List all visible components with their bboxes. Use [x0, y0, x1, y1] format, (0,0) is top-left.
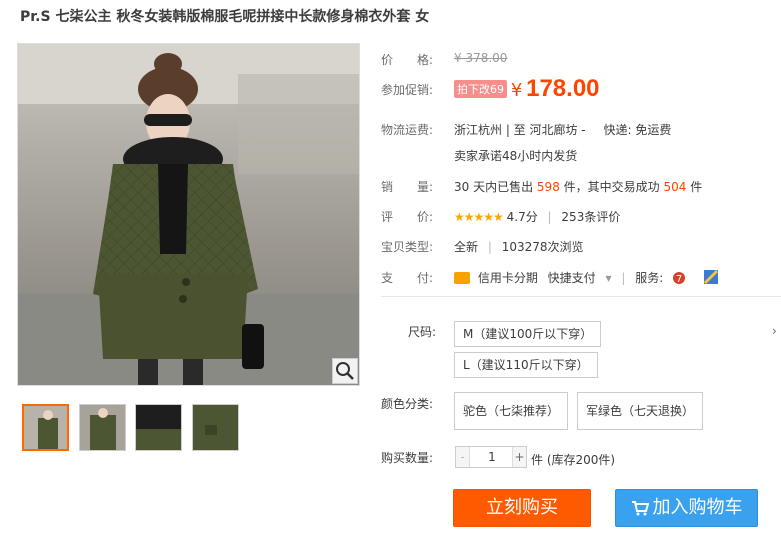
sales-label: 销 量:	[381, 180, 434, 194]
divider: |	[621, 271, 626, 285]
shipping-info: 浙江杭州 | 至 河北廊坊 - 快递: 免运费	[454, 121, 671, 138]
item-type-row: 宝贝类型: 全新 | 103278次浏览	[381, 238, 584, 255]
currency-symbol: ¥	[510, 80, 523, 101]
rating-label: 评 价:	[381, 210, 434, 224]
item-type-label: 宝贝类型:	[381, 240, 434, 254]
quantity-label: 购买数量:	[381, 451, 434, 465]
product-photo	[18, 44, 359, 385]
sold-count: 598	[536, 180, 560, 194]
quick-pay-link[interactable]: 快捷支付	[548, 271, 596, 285]
sales-row: 销 量: 30 天内已售出 598 件，其中交易成功 504 件	[381, 178, 702, 195]
quantity-input[interactable]: 1	[471, 447, 513, 467]
guarantee-icon[interactable]	[703, 269, 719, 285]
sales-info: 30 天内已售出 598 件，其中交易成功 504 件	[454, 178, 702, 195]
installment-link[interactable]: 信用卡分期	[478, 271, 538, 285]
main-product-image[interactable]	[17, 43, 360, 386]
thumbnail-2[interactable]	[79, 404, 126, 451]
shipping-route[interactable]: 浙江杭州 | 至 河北廊坊 -	[454, 123, 586, 137]
thumbnail-3[interactable]	[135, 404, 182, 451]
zoom-button[interactable]	[332, 358, 358, 384]
rating-row: 评 价: ★★★★★ 4.7分 | 253条评价	[381, 208, 620, 225]
service-label: 服务:	[635, 271, 664, 285]
success-count: 504	[663, 180, 687, 194]
add-to-cart-button[interactable]: 加入购物车	[615, 489, 758, 527]
payment-label: 支 付:	[381, 271, 434, 285]
divider: |	[487, 240, 492, 254]
payment-row: 支 付: 信用卡分期 快捷支付 ▾ | 服务: 7	[381, 269, 719, 286]
magnifier-icon	[336, 362, 354, 380]
star-rating-icon: ★★★★★	[454, 210, 504, 224]
rating-score: 4.7分	[506, 210, 538, 224]
section-divider	[381, 296, 781, 297]
thumbnail-image	[193, 405, 238, 450]
size-option-l[interactable]: L（建议110斤以下穿）	[454, 352, 598, 378]
divider: |	[547, 210, 552, 224]
promo-price-group: 拍下改69 ¥ 178.00	[454, 75, 600, 103]
original-price: ¥ 378.00	[454, 51, 508, 65]
promo-tag: 拍下改69	[454, 80, 507, 98]
stock-info: 件 (库存200件)	[531, 453, 616, 467]
item-type-info: 全新 | 103278次浏览	[454, 238, 584, 255]
rating-info: ★★★★★ 4.7分 | 253条评价	[454, 208, 620, 225]
sales-prefix: 30 天内已售出	[454, 180, 534, 194]
promo-price: 178.00	[526, 75, 600, 102]
shipping-promise: 卖家承诺48小时内发货	[454, 149, 578, 163]
chevron-down-icon[interactable]: ▾	[606, 271, 612, 285]
thumbnail-4[interactable]	[192, 404, 239, 451]
price-row: 价 格: ¥ 378.00	[381, 51, 507, 68]
product-title: Pr.S 七柒公主 秋冬女装韩版棉服毛呢拼接中长款修身棉衣外套 女	[20, 9, 430, 25]
view-count: 103278次浏览	[501, 240, 584, 254]
seven-day-return-icon[interactable]: 7	[671, 269, 687, 285]
thumbnail-1[interactable]	[22, 404, 69, 451]
color-option-army-green[interactable]: 军绿色（七天退换）	[577, 392, 704, 430]
price-label: 价 格:	[381, 53, 434, 67]
color-label: 颜色分类:	[381, 397, 434, 411]
shipping-row: 物流运费: 浙江杭州 | 至 河北廊坊 - 快递: 免运费	[381, 121, 671, 138]
shipping-label: 物流运费:	[381, 123, 434, 137]
thumbnail-image	[24, 406, 67, 449]
sales-middle: 件，其中交易成功	[563, 180, 660, 194]
color-option-camel[interactable]: 驼色（七柒推荐）	[454, 392, 569, 430]
thumbnail-image	[136, 405, 181, 450]
chevron-right-icon[interactable]: ›	[772, 324, 777, 338]
size-label: 尺码:	[408, 325, 437, 339]
svg-text:7: 7	[676, 274, 682, 285]
size-option-m[interactable]: M（建议100斤以下穿）	[454, 321, 602, 347]
add-to-cart-label: 加入购物车	[652, 497, 743, 518]
quantity-stepper: - 1 +	[455, 446, 527, 468]
review-count-link[interactable]: 253条评价	[561, 210, 620, 224]
cart-icon	[631, 493, 649, 529]
buy-now-button[interactable]: 立刻购买	[453, 489, 591, 527]
sales-suffix: 件	[690, 180, 703, 194]
credit-card-icon	[454, 272, 470, 284]
promo-label: 参加促销:	[381, 83, 434, 97]
quantity-increase-button[interactable]: +	[512, 447, 526, 467]
thumbnail-image	[80, 405, 125, 450]
item-condition: 全新	[454, 240, 479, 254]
payment-info: 信用卡分期 快捷支付 ▾ | 服务: 7	[454, 269, 719, 286]
shipping-fee: 快递: 免运费	[603, 123, 672, 137]
quantity-decrease-button[interactable]: -	[456, 447, 470, 467]
